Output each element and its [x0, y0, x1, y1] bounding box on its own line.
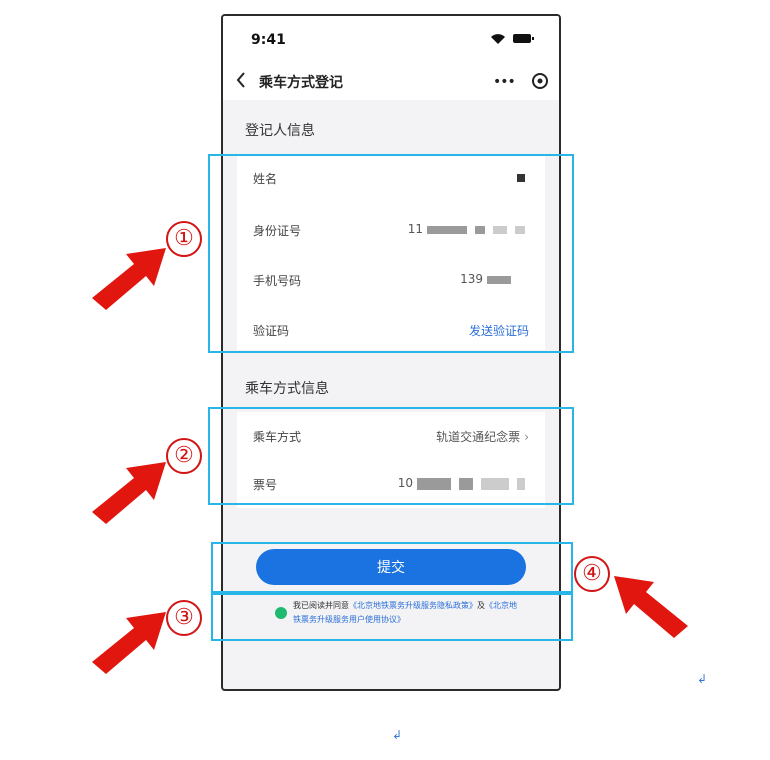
battery-icon	[513, 34, 534, 43]
wifi-icon	[491, 34, 505, 44]
highlight-box-3	[211, 593, 573, 641]
ride-section-title: 乘车方式信息	[245, 381, 329, 397]
more-icon[interactable]: •••	[493, 74, 516, 90]
page-title: 乘车方式登记	[259, 75, 343, 91]
marker-4: ④	[574, 556, 610, 592]
red-arrow-icon	[92, 612, 166, 674]
status-time: 9:41	[251, 32, 286, 48]
red-arrow-icon	[92, 248, 166, 310]
close-mini-program-icon[interactable]	[531, 72, 549, 90]
highlight-box-2	[208, 407, 574, 505]
paragraph-mark-icon: ↲	[697, 672, 708, 686]
registrant-section-title: 登记人信息	[245, 123, 315, 139]
back-arrow-icon[interactable]	[235, 71, 247, 89]
paragraph-mark-icon: ↲	[392, 728, 403, 742]
red-arrow-icon	[614, 576, 688, 638]
highlight-box-1	[208, 154, 574, 353]
nav-bar: 乘车方式登记 •••	[223, 62, 559, 100]
highlight-box-4	[211, 542, 573, 593]
red-arrow-icon	[92, 462, 166, 524]
status-bar: 9:41	[223, 16, 559, 62]
